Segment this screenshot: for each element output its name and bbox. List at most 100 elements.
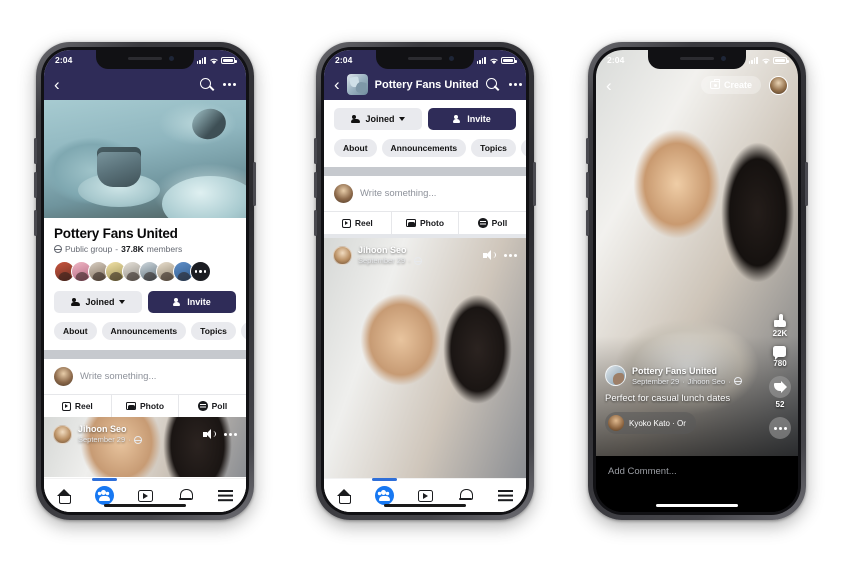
tab-about[interactable]: About xyxy=(54,322,97,340)
audio-track-chip[interactable]: Kyoko Kato · Or xyxy=(605,412,696,434)
globe-icon xyxy=(413,256,422,265)
post-more-icon[interactable] xyxy=(504,253,517,257)
group-cover-photo[interactable] xyxy=(44,100,246,218)
tab-notifications[interactable] xyxy=(165,479,205,512)
invite-button[interactable]: Invite xyxy=(428,108,516,130)
phone-2-bezel: 2:04 ‹ Pottery Fans United Joined Invite… xyxy=(321,47,529,515)
tab-menu[interactable] xyxy=(206,479,246,512)
group-tabs-1: About Announcements Topics Reels xyxy=(44,313,246,350)
post-media xyxy=(324,238,526,480)
poll-button[interactable]: Poll xyxy=(178,395,246,417)
tab-notifications[interactable] xyxy=(445,479,485,512)
post-date-row: September 29 · xyxy=(358,256,422,265)
invite-button[interactable]: Invite xyxy=(148,291,236,313)
speaker-on-icon[interactable] xyxy=(483,250,496,260)
group-meta: Public group - 37.8K members xyxy=(54,244,236,254)
like-action[interactable]: 22K xyxy=(773,314,787,338)
post-date-row: September 29 · xyxy=(78,435,142,444)
tab-home[interactable] xyxy=(44,479,84,512)
wifi-icon xyxy=(761,57,770,64)
status-time: 2:04 xyxy=(607,55,625,65)
person-add-icon xyxy=(173,298,183,306)
reel-caption: Perfect for casual lunch dates xyxy=(605,393,731,404)
reel-separator-2: · xyxy=(728,376,731,386)
composer-actions-1: Reel Photo Poll xyxy=(44,394,246,417)
tab-reels[interactable]: Reels xyxy=(240,322,246,340)
reel-viewer[interactable] xyxy=(596,50,798,512)
poll-button[interactable]: Poll xyxy=(458,212,526,234)
tab-about[interactable]: About xyxy=(334,139,377,157)
speaker-on-icon[interactable] xyxy=(203,429,216,439)
more-action[interactable] xyxy=(769,417,791,439)
group-tabs-2: About Announcements Topics Reels xyxy=(324,130,526,167)
battery-icon xyxy=(221,56,237,64)
more-options-icon xyxy=(773,426,787,430)
create-label: Create xyxy=(723,80,752,90)
app-header-1: ‹ xyxy=(44,69,246,100)
tab-announcements[interactable]: Announcements xyxy=(381,139,467,157)
create-button[interactable]: Create xyxy=(700,76,761,94)
joined-button[interactable]: Joined xyxy=(334,108,422,130)
back-chevron-icon[interactable]: ‹ xyxy=(606,77,612,94)
tab-home[interactable] xyxy=(324,479,364,512)
tab-watch[interactable] xyxy=(405,479,445,512)
photo-button[interactable]: Photo xyxy=(390,212,459,234)
tab-reels[interactable]: Reels xyxy=(520,139,526,157)
more-options-icon[interactable] xyxy=(508,83,522,86)
header-icons xyxy=(200,78,236,91)
composer-2[interactable]: Write something... xyxy=(324,176,526,211)
phone-3-screen: 2:04 ‹ Create 22K 780 52 Pottery Fans Un… xyxy=(596,50,798,512)
composer-1[interactable]: Write something... xyxy=(44,359,246,394)
reel-button[interactable]: Reel xyxy=(324,212,391,234)
wifi-icon xyxy=(209,57,218,64)
back-chevron-icon[interactable]: ‹ xyxy=(334,76,340,93)
reel-meta-row: September 29 · Jihoon Seo · xyxy=(632,377,742,386)
joined-button[interactable]: Joined xyxy=(54,291,142,313)
groups-icon xyxy=(95,486,115,505)
share-action[interactable]: 52 xyxy=(769,376,791,409)
back-chevron-icon[interactable]: ‹ xyxy=(54,76,60,93)
more-options-icon[interactable] xyxy=(223,83,236,86)
tab-topics[interactable]: Topics xyxy=(191,322,236,340)
reel-attribution[interactable]: Pottery Fans United September 29 · Jihoo… xyxy=(605,365,754,386)
search-icon[interactable] xyxy=(200,78,213,91)
tab-topics[interactable]: Topics xyxy=(471,139,516,157)
watch-icon xyxy=(137,489,153,502)
group-avatar-icon xyxy=(346,74,368,95)
phone-mockup-3: 2:04 ‹ Create 22K 780 52 Pottery Fans Un… xyxy=(586,42,808,520)
profile-avatar[interactable] xyxy=(769,75,788,95)
member-avatars[interactable] xyxy=(44,254,246,282)
feed-post-1[interactable]: Jihoon Seo September 29 · xyxy=(44,417,246,477)
reel-button[interactable]: Reel xyxy=(44,395,111,417)
composer-actions-2: Reel Photo Poll xyxy=(324,211,526,234)
avatar xyxy=(334,184,353,203)
tab-watch[interactable] xyxy=(125,479,165,512)
home-icon xyxy=(56,488,72,504)
search-icon[interactable] xyxy=(485,78,499,91)
cellular-bars-icon xyxy=(196,56,206,64)
share-count: 52 xyxy=(775,400,785,409)
tab-groups[interactable] xyxy=(84,478,124,512)
feed-post-2[interactable]: Jihoon Seo September 29 · xyxy=(324,238,526,480)
more-members-icon[interactable] xyxy=(190,261,211,282)
people-icon xyxy=(351,115,361,123)
invite-label: Invite xyxy=(187,297,211,307)
tab-announcements[interactable]: Announcements xyxy=(101,322,187,340)
photo-icon xyxy=(405,218,416,228)
people-icon xyxy=(71,298,81,306)
globe-icon xyxy=(54,245,62,253)
comment-action[interactable]: 780 xyxy=(773,346,787,368)
comment-icon xyxy=(773,346,787,360)
post-author-block: Jihoon Seo September 29 · xyxy=(78,424,142,444)
photo-icon xyxy=(125,401,136,411)
tab-menu[interactable] xyxy=(486,479,526,512)
reel-author-block: Pottery Fans United September 29 · Jihoo… xyxy=(632,366,742,386)
tab-groups[interactable] xyxy=(364,478,404,512)
reel-label: Reel xyxy=(354,218,373,228)
globe-icon xyxy=(733,377,742,385)
post-separator: · xyxy=(408,256,411,265)
photo-button[interactable]: Photo xyxy=(110,395,179,417)
post-more-icon[interactable] xyxy=(224,432,237,436)
cover-plate xyxy=(162,176,246,218)
poll-icon xyxy=(478,218,488,228)
